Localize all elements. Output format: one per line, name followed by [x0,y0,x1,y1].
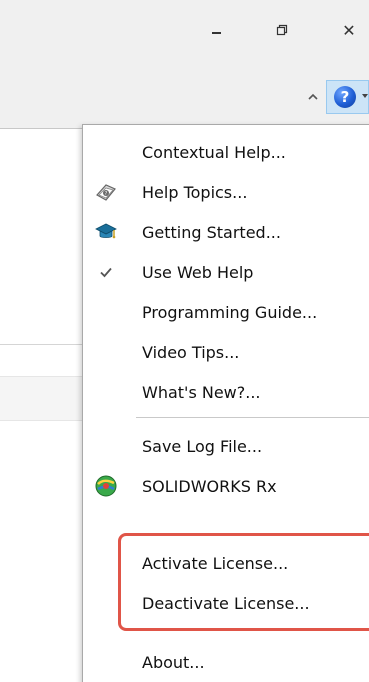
app-window: ✕ ? Contextual Help... ? Help Topics... [0,0,369,682]
menu-item-help-topics[interactable]: ? Help Topics... [83,172,369,212]
help-dropdown-menu: Contextual Help... ? Help Topics... Gett… [82,124,369,682]
close-icon: ✕ [342,20,356,40]
close-button[interactable]: ✕ [329,12,369,48]
title-bar: ✕ [0,0,369,68]
menu-item-save-log-file[interactable]: Save Log File... [83,426,369,466]
help-book-icon: ? [93,179,119,205]
help-icon: ? [334,86,356,108]
menu-item-programming-guide[interactable]: Programming Guide... [83,292,369,332]
menu-item-deactivate-license[interactable]: Deactivate License... [83,583,369,623]
check-icon [93,259,119,285]
chevron-up-icon[interactable] [306,90,320,104]
graduation-cap-icon [93,219,119,245]
menu-item-activate-license[interactable]: Activate License... [83,543,369,583]
background-divider [0,344,82,345]
svg-text:?: ? [105,191,108,197]
menu-item-video-tips[interactable]: Video Tips... [83,332,369,372]
menu-item-contextual-help[interactable]: Contextual Help... [83,132,369,172]
minimize-button[interactable] [196,12,236,48]
restore-icon [276,24,288,36]
menu-item-whats-new[interactable]: What's New?... [83,372,369,412]
minimize-icon [211,32,221,34]
menu-separator [136,417,369,418]
help-button[interactable]: ? [326,80,369,114]
menu-item-use-web-help[interactable]: Use Web Help [83,252,369,292]
background-row [0,376,82,421]
menu-item-getting-started[interactable]: Getting Started... [83,212,369,252]
restore-button[interactable] [262,12,302,48]
solidworks-rx-icon [93,473,119,499]
menu-item-solidworks-rx[interactable]: SOLIDWORKS Rx [83,466,369,506]
menu-item-about[interactable]: About... [83,642,369,682]
dropdown-caret-icon [362,94,368,98]
